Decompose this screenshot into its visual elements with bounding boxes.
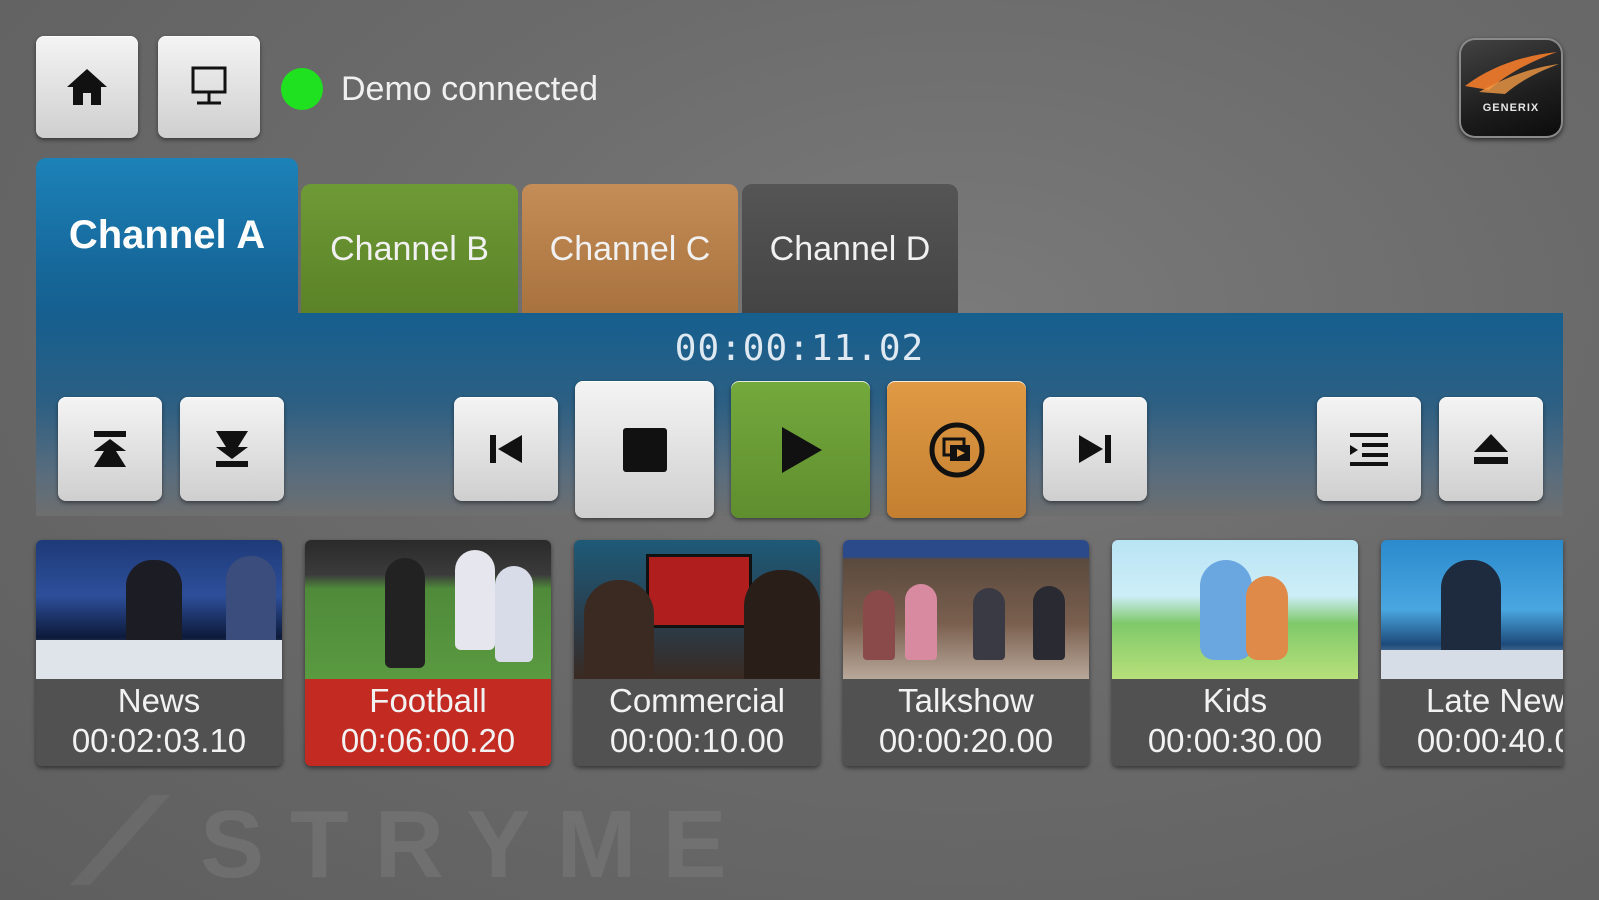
- home-button[interactable]: [36, 36, 138, 138]
- loop-button[interactable]: [887, 381, 1026, 518]
- tab-channel-a[interactable]: Channel A: [36, 158, 298, 318]
- skip-back-icon: [490, 435, 522, 463]
- clip-duration: 00:00:30.00: [1147, 722, 1323, 759]
- clip-duration: 00:02:03.10: [71, 722, 247, 759]
- clip-duration: 00:00:20.00: [878, 722, 1054, 759]
- football-player-figure: [385, 558, 425, 668]
- tab-channel-c[interactable]: Channel C: [522, 184, 738, 314]
- skip-forward-button[interactable]: [1043, 397, 1147, 501]
- guest-figure: [863, 590, 895, 660]
- clip-thumbnail: [305, 540, 551, 679]
- cartoon-dog-figure: [1246, 576, 1288, 660]
- clip-thumbnail: [1381, 540, 1563, 679]
- stop-button[interactable]: [575, 381, 714, 518]
- timecode-display: 00:00:11.02: [674, 328, 925, 369]
- clip-late-news[interactable]: Late News 00:00:40.00: [1381, 540, 1563, 766]
- stop-icon: [622, 427, 667, 472]
- viewer-figure: [584, 580, 654, 679]
- monitor-button[interactable]: [158, 36, 260, 138]
- monitor-icon: [191, 66, 227, 105]
- tab-channel-d[interactable]: Channel D: [742, 184, 958, 314]
- viewer-figure: [744, 570, 820, 679]
- playlist-icon: [1350, 433, 1388, 466]
- clip-commercial[interactable]: Commercial 00:00:10.00: [574, 540, 820, 766]
- clip-name: Talkshow: [898, 682, 1034, 719]
- news-desk: [1381, 650, 1563, 679]
- clip-thumbnail: [843, 540, 1089, 679]
- clip-caption: Talkshow 00:00:20.00: [843, 679, 1089, 766]
- loop-icon: [929, 422, 984, 477]
- play-button[interactable]: [731, 381, 870, 518]
- playlist-button[interactable]: [1317, 397, 1421, 501]
- clip-name: Football: [369, 682, 487, 719]
- clip-news[interactable]: News 00:02:03.10: [36, 540, 282, 766]
- move-to-bottom-button[interactable]: [180, 397, 284, 501]
- app-logo[interactable]: GENERIX: [1459, 38, 1563, 138]
- news-desk: [36, 640, 282, 679]
- skip-forward-icon: [1079, 435, 1111, 463]
- clip-caption: Football 00:06:00.20: [305, 679, 551, 766]
- eject-icon: [1474, 434, 1508, 464]
- clip-caption: Kids 00:00:30.00: [1112, 679, 1358, 766]
- tv-screen: [646, 554, 752, 628]
- connection-status-text: Demo connected: [341, 70, 599, 108]
- clip-name: News: [117, 682, 201, 719]
- cartoon-dog-figure: [1200, 560, 1252, 660]
- move-to-top-icon: [94, 431, 126, 467]
- clip-caption: Commercial 00:00:10.00: [574, 679, 820, 766]
- play-icon: [781, 426, 822, 473]
- guest-figure: [905, 584, 937, 660]
- clip-duration: 00:00:40.00: [1416, 722, 1563, 759]
- home-icon: [67, 69, 107, 105]
- clip-duration: 00:06:00.20: [340, 722, 516, 759]
- logo-swoosh-icon: [1465, 52, 1559, 94]
- guest-figure: [973, 588, 1005, 660]
- clip-thumbnail: [574, 540, 820, 679]
- watermark-text: STRYME: [200, 791, 753, 898]
- football-player-figure: [495, 566, 533, 662]
- clip-thumbnail: [1112, 540, 1358, 679]
- football-player-figure: [455, 550, 495, 650]
- move-to-top-button[interactable]: [58, 397, 162, 501]
- clip-football[interactable]: Football 00:06:00.20: [305, 540, 551, 766]
- move-to-bottom-icon: [216, 431, 248, 467]
- clip-name: Late News: [1426, 682, 1563, 719]
- clip-kids[interactable]: Kids 00:00:30.00: [1112, 540, 1358, 766]
- clip-caption: News 00:02:03.10: [36, 679, 282, 766]
- tab-channel-b[interactable]: Channel B: [301, 184, 518, 314]
- connection-status-indicator: [281, 68, 323, 110]
- clip-thumbnail: [36, 540, 282, 679]
- guest-figure: [1033, 586, 1065, 660]
- clip-caption: Late News 00:00:40.00: [1381, 679, 1563, 766]
- eject-button[interactable]: [1439, 397, 1543, 501]
- logo-text: GENERIX: [1482, 102, 1540, 114]
- skip-back-button[interactable]: [454, 397, 558, 501]
- clip-name: Commercial: [608, 682, 786, 719]
- clip-duration: 00:00:10.00: [609, 722, 785, 759]
- clip-name: Kids: [1202, 682, 1268, 719]
- watermark-logo-icon: [70, 795, 170, 885]
- clip-talkshow[interactable]: Talkshow 00:00:20.00: [843, 540, 1089, 766]
